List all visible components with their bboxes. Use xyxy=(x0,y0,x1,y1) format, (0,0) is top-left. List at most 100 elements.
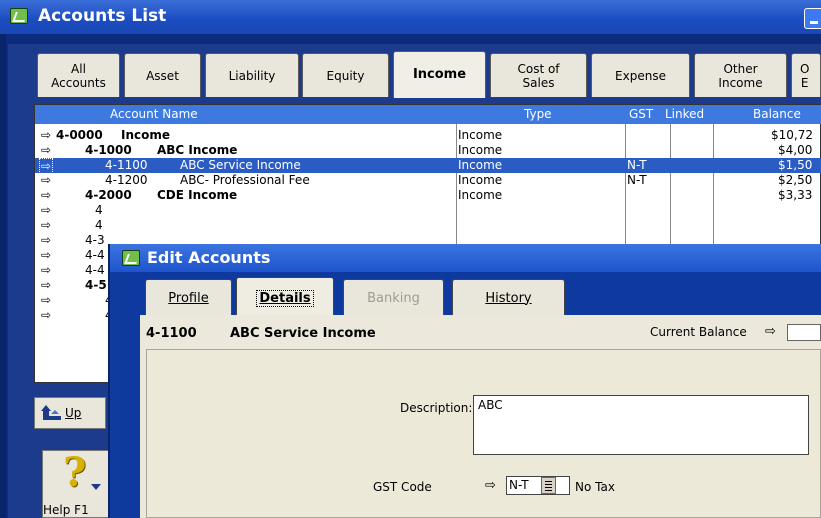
account-number: 4-0000 xyxy=(56,128,103,142)
account-gst: N-T xyxy=(627,158,647,172)
right-arrow-icon[interactable]: ⇨ xyxy=(41,128,51,142)
table-row[interactable]: ⇨ 4 xyxy=(35,203,821,218)
account-name: ABC Service Income xyxy=(180,158,301,172)
account-number: 4-2000 xyxy=(85,188,132,202)
right-arrow-icon[interactable]: ⇨ xyxy=(41,263,51,277)
right-arrow-icon[interactable]: ⇨ xyxy=(41,203,51,217)
tab-label: Expense xyxy=(615,68,666,83)
tab-asset[interactable]: Asset xyxy=(124,53,201,97)
edit-accounts-titlebar[interactable]: Edit Accounts xyxy=(110,244,821,272)
table-row[interactable]: ⇨ 4-2000 CDE Income Income $3,33 xyxy=(35,188,821,203)
table-row[interactable]: ⇨ 4-1200 ABC- Professional Fee Income N-… xyxy=(35,173,821,188)
right-arrow-icon[interactable]: ⇨ xyxy=(765,324,776,339)
accounts-list-titlebar[interactable]: Accounts List xyxy=(0,0,821,34)
tab-equity[interactable]: Equity xyxy=(302,53,389,97)
account-number: 4 xyxy=(95,218,103,232)
column-header-gst[interactable]: GST xyxy=(629,107,653,121)
window-title: Accounts List xyxy=(38,6,167,26)
account-balance: $2,50 xyxy=(778,173,813,187)
column-header-account-name[interactable]: Account Name xyxy=(110,107,198,121)
tab-liability[interactable]: Liability xyxy=(205,53,299,97)
tab-other-expense[interactable]: O E xyxy=(791,53,821,97)
gst-code-input[interactable]: N-T xyxy=(506,476,570,495)
right-arrow-icon[interactable]: ⇨ xyxy=(39,158,54,174)
list-dropdown-icon[interactable] xyxy=(541,477,556,494)
question-mark-icon: ? xyxy=(63,449,87,496)
tab-label: Income xyxy=(412,67,467,82)
gst-code-description: No Tax xyxy=(575,480,615,494)
tab-cost-of-sales[interactable]: Cost of Sales xyxy=(490,53,587,97)
account-name: ABC Income xyxy=(157,143,238,157)
account-name: ABC Service Income xyxy=(230,326,376,341)
account-name: Income xyxy=(121,128,171,142)
tab-details[interactable]: Details xyxy=(236,277,334,318)
current-balance-field xyxy=(787,324,821,341)
account-gst: N-T xyxy=(627,173,647,187)
gst-code-label: GST Code xyxy=(373,480,432,494)
tab-label: Details xyxy=(256,289,314,307)
tab-label: Other Income xyxy=(718,61,763,90)
column-header-linked[interactable]: Linked xyxy=(665,107,704,121)
table-row-selected[interactable]: ⇨ 4-1100 ABC Service Income Income N-T $… xyxy=(35,158,821,174)
account-number: 4-1100 xyxy=(105,158,148,172)
account-type: Income xyxy=(458,173,503,187)
right-arrow-icon[interactable]: ⇨ xyxy=(41,143,51,157)
description-label: Description: xyxy=(400,401,473,415)
help-label: Help F1 xyxy=(43,503,89,517)
tab-expense[interactable]: Expense xyxy=(591,53,690,97)
right-arrow-icon[interactable]: ⇨ xyxy=(41,188,51,202)
current-balance-label: Current Balance xyxy=(650,325,747,339)
right-arrow-icon[interactable]: ⇨ xyxy=(41,293,51,307)
column-header-balance[interactable]: Balance xyxy=(753,107,801,121)
tab-all-accounts[interactable]: All Accounts xyxy=(37,53,120,97)
tab-profile[interactable]: Profile xyxy=(145,279,232,316)
account-name: ABC- Professional Fee xyxy=(180,173,310,187)
tab-label: Liability xyxy=(228,68,276,83)
account-number: 4 xyxy=(95,203,103,217)
account-number: 4-1200 xyxy=(105,173,148,187)
up-label: Up xyxy=(65,406,82,420)
account-balance: $1,50 xyxy=(778,158,813,172)
account-balance: $3,33 xyxy=(778,188,813,202)
tab-income[interactable]: Income xyxy=(393,51,486,98)
tab-other-income[interactable]: Other Income xyxy=(694,53,787,97)
account-balance: $10,72 xyxy=(771,128,813,142)
window-app-icon xyxy=(122,250,140,266)
account-type: Income xyxy=(458,128,503,142)
account-number: 4-5 xyxy=(85,278,107,292)
account-balance: $4,00 xyxy=(778,143,813,157)
table-row[interactable]: ⇨ 4-1000 ABC Income Income $4,00 xyxy=(35,143,821,158)
up-button[interactable]: Up xyxy=(34,397,106,429)
right-arrow-icon[interactable]: ⇨ xyxy=(41,173,51,187)
account-number: 4-1000 xyxy=(85,143,132,157)
account-number: 4-1100 xyxy=(146,326,197,341)
table-row[interactable]: ⇨ 4-0000 Income Income $10,72 xyxy=(35,128,821,143)
right-arrow-icon[interactable]: ⇨ xyxy=(41,233,51,247)
account-type: Income xyxy=(458,188,503,202)
account-type: Income xyxy=(458,158,503,172)
help-dropdown-icon xyxy=(91,484,101,490)
account-number: 4-4 xyxy=(85,263,105,277)
account-name: CDE Income xyxy=(157,188,238,202)
right-arrow-icon[interactable]: ⇨ xyxy=(485,478,496,493)
right-arrow-icon[interactable]: ⇨ xyxy=(41,218,51,232)
window-app-icon xyxy=(10,8,28,24)
tab-label: History xyxy=(485,290,532,306)
window-title: Edit Accounts xyxy=(147,248,271,267)
column-header-type[interactable]: Type xyxy=(524,107,552,121)
tab-label: Cost of Sales xyxy=(517,61,560,90)
minimize-button[interactable] xyxy=(804,8,821,29)
tab-label: Equity xyxy=(326,68,365,83)
tab-label: O E xyxy=(800,61,810,90)
right-arrow-icon[interactable]: ⇨ xyxy=(41,248,51,262)
help-button[interactable]: ? Help F1 xyxy=(42,449,112,518)
tab-history[interactable]: History xyxy=(452,279,565,316)
right-arrow-icon[interactable]: ⇨ xyxy=(41,308,51,322)
right-arrow-icon[interactable]: ⇨ xyxy=(41,278,51,292)
table-row[interactable]: ⇨ 4 xyxy=(35,218,821,233)
account-number: 4-4 xyxy=(85,248,105,262)
up-arrow-icon xyxy=(41,405,61,420)
description-input[interactable]: ABC xyxy=(473,395,809,455)
tab-banking[interactable]: Banking xyxy=(343,279,444,316)
tab-label: Banking xyxy=(367,290,420,306)
